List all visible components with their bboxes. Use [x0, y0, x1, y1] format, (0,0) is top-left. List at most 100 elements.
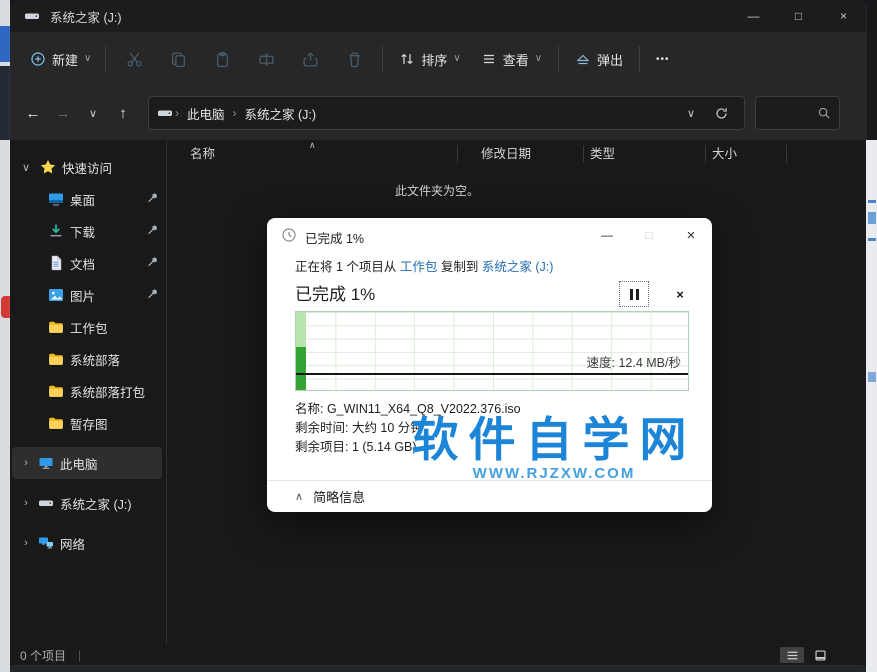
sidebar-item-label: 图片: [70, 289, 96, 304]
toolbar-separator: [105, 46, 107, 72]
plus-circle-icon: [30, 51, 46, 67]
pin-icon: [146, 255, 160, 269]
pin-icon: [146, 287, 160, 301]
search-box: [755, 96, 840, 130]
sort-label: 排序: [421, 52, 448, 68]
sidebar-item-desktop[interactable]: 桌面: [10, 183, 167, 215]
dialog-minimize-button[interactable]: —: [586, 218, 628, 252]
sidebar-item-label: 系统部落: [70, 353, 121, 368]
sidebar-item-folder[interactable]: 暂存图: [10, 407, 167, 439]
large-icons-view-button[interactable]: [808, 647, 832, 663]
paste-button[interactable]: [200, 41, 244, 77]
sidebar-item-quick-access[interactable]: ∨ 快速访问: [10, 151, 167, 183]
eject-button[interactable]: 弹出: [565, 41, 633, 77]
share-button[interactable]: [288, 41, 332, 77]
column-separator[interactable]: [786, 145, 787, 163]
close-button[interactable]: ×: [821, 0, 866, 32]
back-icon: ←: [25, 104, 41, 122]
column-separator[interactable]: [705, 145, 706, 163]
dialog-maximize-button[interactable]: □: [628, 218, 670, 252]
progress-percent-heading: 已完成 1%: [295, 285, 376, 304]
sort-button[interactable]: 排序 ∨: [389, 41, 470, 77]
sidebar-item-label: 此电脑: [60, 457, 98, 472]
command-bar: 新建 ∨ 排序 ∨ 查看 ∨ 弹出 •••: [10, 32, 866, 86]
column-separator[interactable]: [583, 145, 584, 163]
cancel-icon: ×: [676, 286, 684, 302]
sidebar-item-folder[interactable]: 系统部落: [10, 343, 167, 375]
chevron-down-icon: ∨: [534, 53, 543, 64]
chevron-right-icon[interactable]: ›: [18, 537, 34, 549]
sidebar-item-downloads[interactable]: 下载: [10, 215, 167, 247]
speed-label: 速度: 12.4 MB/秒: [586, 356, 681, 370]
maximize-button[interactable]: □: [776, 0, 821, 32]
fewer-details-toggle[interactable]: ∧ 简略信息: [267, 481, 712, 512]
sidebar-item-folder[interactable]: 工作包: [10, 311, 167, 343]
average-speed-line: [296, 373, 688, 375]
up-button[interactable]: ↑: [108, 98, 138, 128]
chevron-right-icon[interactable]: ›: [18, 457, 34, 469]
rename-button[interactable]: [244, 41, 288, 77]
large-icons-view-icon: [814, 649, 827, 662]
trash-icon: [346, 51, 363, 68]
refresh-icon: [714, 106, 732, 121]
sidebar-item-documents[interactable]: 文档: [10, 247, 167, 279]
see-more-button[interactable]: •••: [646, 41, 680, 77]
cut-button[interactable]: [112, 41, 156, 77]
column-header-date-modified[interactable]: 修改日期: [481, 140, 531, 168]
column-separator[interactable]: [457, 145, 458, 163]
refresh-button[interactable]: [714, 106, 732, 121]
transfer-text: 复制到: [440, 260, 479, 274]
drive-icon: [24, 8, 40, 24]
details-view-button[interactable]: [780, 647, 804, 663]
source-folder-link[interactable]: 工作包: [400, 260, 438, 274]
address-dropdown-button[interactable]: ∨: [682, 98, 700, 128]
address-bar[interactable]: › 此电脑 › 系统之家 (J:) ∨: [148, 96, 745, 130]
pause-button[interactable]: [619, 281, 649, 307]
sidebar-item-this-pc[interactable]: › 此电脑: [10, 447, 167, 479]
breadcrumb-separator: ›: [175, 106, 179, 120]
sidebar-item-drive-j[interactable]: › 系统之家 (J:): [10, 487, 167, 519]
pause-icon: [629, 288, 633, 300]
chevron-down-icon[interactable]: ∨: [18, 161, 34, 174]
recent-locations-button[interactable]: ∨: [78, 98, 108, 128]
sidebar-item-label: 暂存图: [70, 417, 108, 432]
sidebar-item-folder[interactable]: 系统部落打包: [10, 375, 167, 407]
watermark-url: WWW.RJZXW.COM: [472, 465, 636, 482]
title-bar: 系统之家 (J:) — □ ×: [10, 0, 866, 32]
view-button[interactable]: 查看 ∨: [471, 41, 552, 77]
breadcrumb-current-drive[interactable]: 系统之家 (J:): [239, 101, 323, 126]
computer-icon: [38, 455, 54, 471]
sidebar-item-label: 下载: [70, 225, 96, 240]
toolbar-separator: [382, 46, 384, 72]
speed-chart: 速度: 12.4 MB/秒: [295, 311, 689, 391]
rename-icon: [258, 51, 275, 68]
dialog-close-button[interactable]: ×: [670, 218, 712, 252]
column-header-name[interactable]: 名称: [190, 140, 215, 168]
background-blue-mark: [868, 212, 876, 224]
cancel-copy-button[interactable]: ×: [665, 281, 695, 307]
sidebar-item-network[interactable]: › 网络: [10, 527, 167, 559]
destination-drive-link[interactable]: 系统之家 (J:): [482, 260, 554, 274]
forward-button[interactable]: →: [48, 98, 78, 128]
drive-icon: [38, 495, 54, 511]
sidebar-item-label: 文档: [70, 257, 96, 272]
chevron-right-icon[interactable]: ›: [18, 497, 34, 509]
copy-button[interactable]: [156, 41, 200, 77]
background-dark-strip: [866, 0, 877, 140]
new-button[interactable]: 新建 ∨: [22, 41, 99, 77]
delete-button[interactable]: [332, 41, 376, 77]
breadcrumb-this-pc[interactable]: 此电脑: [181, 101, 231, 126]
minimize-button[interactable]: —: [731, 0, 776, 32]
sidebar-item-label: 网络: [60, 537, 86, 552]
background-blue-mark: [868, 200, 876, 203]
folder-icon: [48, 383, 64, 399]
speed-history-light: [296, 312, 306, 348]
back-button[interactable]: ←: [18, 98, 48, 128]
network-icon: [38, 535, 54, 551]
column-header-type[interactable]: 类型: [590, 140, 615, 168]
column-header-size[interactable]: 大小: [712, 140, 737, 168]
sidebar-item-pictures[interactable]: 图片: [10, 279, 167, 311]
folder-icon: [48, 351, 64, 367]
search-input[interactable]: [756, 106, 817, 120]
minimize-icon: —: [747, 9, 760, 23]
